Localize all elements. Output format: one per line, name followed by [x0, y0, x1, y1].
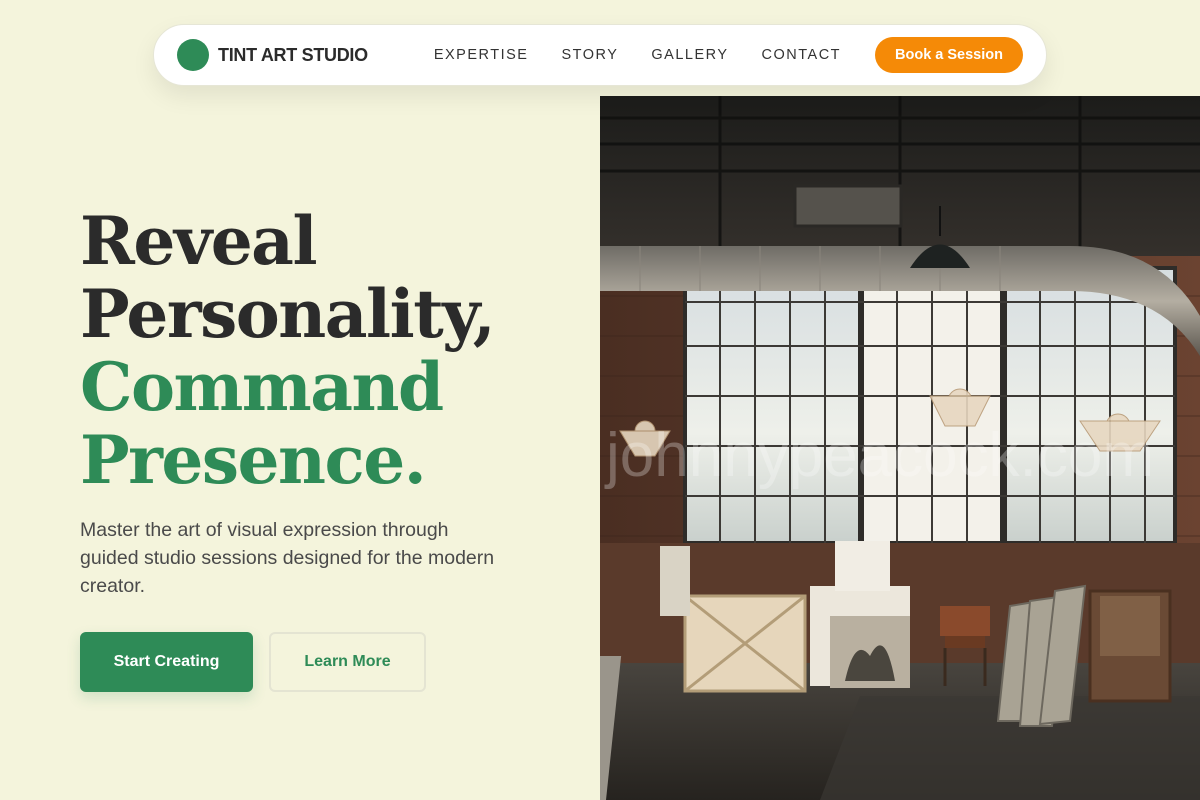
- hero-headline: Reveal Personality, Command Presence.: [80, 202, 496, 499]
- start-creating-button[interactable]: Start Creating: [80, 632, 253, 692]
- page: TINT ART STUDIO EXPERTISE STORY GALLERY …: [0, 0, 1200, 800]
- brand-name: TINT ART STUDIO: [218, 44, 368, 65]
- headline-line-4: Presence.: [80, 421, 427, 499]
- nav-link-expertise[interactable]: EXPERTISE: [434, 47, 529, 63]
- headline-line-1: Reveal: [80, 202, 318, 280]
- book-session-button[interactable]: Book a Session: [875, 37, 1023, 73]
- headline-line-2: Personality,: [80, 275, 496, 353]
- hero-subtitle: Master the art of visual expression thro…: [80, 519, 495, 597]
- nav-link-gallery[interactable]: GALLERY: [651, 47, 728, 63]
- brand[interactable]: TINT ART STUDIO: [177, 39, 368, 71]
- brand-logo-icon: [177, 39, 209, 71]
- top-nav: TINT ART STUDIO EXPERTISE STORY GALLERY …: [153, 24, 1047, 86]
- nav-link-contact[interactable]: CONTACT: [762, 47, 842, 63]
- image-watermark: johnnypeacock.com: [604, 421, 1154, 490]
- nav-links: EXPERTISE STORY GALLERY CONTACT: [434, 47, 874, 63]
- headline-line-3: Command: [80, 348, 444, 426]
- studio-hero-image: johnnypeacock.com: [600, 96, 1200, 800]
- learn-more-button[interactable]: Learn More: [269, 632, 426, 692]
- nav-link-story[interactable]: STORY: [561, 47, 618, 63]
